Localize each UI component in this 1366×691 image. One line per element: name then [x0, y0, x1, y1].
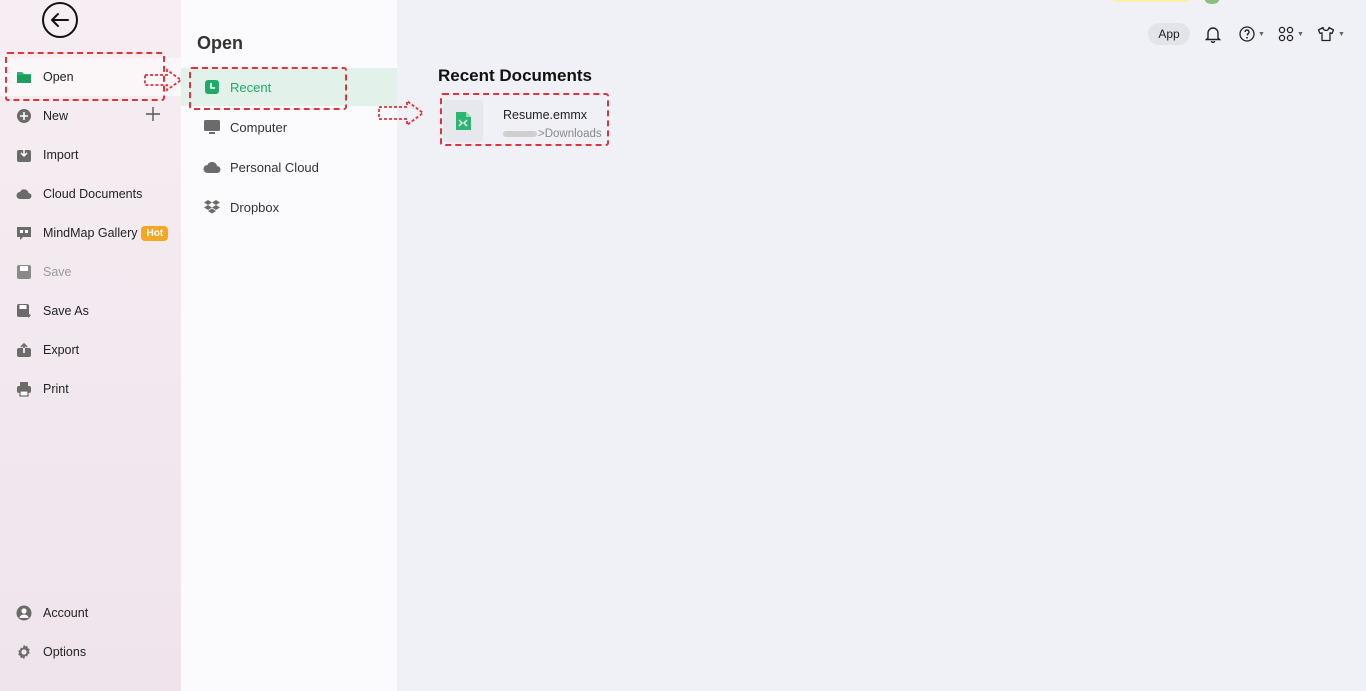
- sidebar-item-label: Save As: [43, 304, 89, 318]
- export-icon: [16, 342, 32, 358]
- sidebar-item-label: Import: [43, 148, 79, 162]
- cloud-icon: [203, 158, 221, 176]
- sidebar-item-print[interactable]: Print: [0, 370, 181, 408]
- sidebar-item-mindmap-gallery[interactable]: MindMap Gallery Hot: [0, 214, 181, 252]
- print-icon: [16, 381, 32, 397]
- chevron-down-icon: ▼: [1258, 30, 1265, 38]
- app-button[interactable]: App: [1148, 23, 1190, 45]
- account-icon: [16, 605, 32, 621]
- sidebar-item-label: Print: [43, 382, 69, 396]
- section-title: Recent Documents: [438, 66, 592, 85]
- monitor-icon: [203, 118, 221, 136]
- back-button[interactable]: [42, 2, 78, 38]
- gear-icon: [16, 644, 32, 660]
- help-icon: [1239, 26, 1255, 42]
- save-as-icon: [16, 303, 32, 319]
- emmx-file-icon: [456, 112, 471, 130]
- sidebar-item-label: Save: [43, 265, 72, 279]
- recent-icon: [203, 78, 221, 96]
- hot-badge: Hot: [141, 225, 169, 241]
- sidebar-item-new[interactable]: New: [0, 97, 181, 135]
- sidebar-item-label: Options: [43, 645, 87, 659]
- open-panel: Open Recent Computer Personal Cloud Drop…: [181, 0, 397, 691]
- document-name: Resume.emmx: [503, 108, 588, 122]
- sidebar-item-label: Export: [43, 343, 80, 357]
- sidebar-item-save[interactable]: Save: [0, 253, 181, 291]
- promo-banner[interactable]: [1111, 0, 1191, 2]
- open-item-computer[interactable]: Computer: [181, 108, 397, 146]
- sidebar-item-account[interactable]: Account: [0, 594, 181, 632]
- sidebar-item-options[interactable]: Options: [0, 633, 181, 671]
- cloud-icon: [16, 186, 32, 202]
- gallery-icon: [16, 225, 32, 241]
- open-item-label: Dropbox: [230, 199, 280, 215]
- open-item-label: Recent: [230, 79, 272, 95]
- panel-title: Open: [197, 33, 244, 53]
- open-item-recent[interactable]: Recent: [181, 68, 397, 106]
- dropbox-icon: [203, 198, 221, 216]
- sidebar-item-open[interactable]: Open: [0, 58, 181, 96]
- plus-icon[interactable]: [145, 106, 161, 122]
- document-path-label: >Downloads: [538, 128, 602, 140]
- folder-icon: [16, 69, 32, 85]
- apps-grid-icon: [1278, 26, 1294, 42]
- document-path: >Downloads: [503, 128, 602, 140]
- sidebar-item-save-as[interactable]: Save As: [0, 292, 181, 330]
- chevron-down-icon: ▼: [1338, 30, 1345, 38]
- sidebar-item-import[interactable]: Import: [0, 136, 181, 174]
- import-icon: [16, 147, 32, 163]
- sidebar-item-label: Account: [43, 606, 89, 620]
- sidebar-item-label: New: [43, 109, 69, 123]
- sidebar-item-cloud-documents[interactable]: Cloud Documents: [0, 175, 181, 213]
- chevron-down-icon: ▼: [1297, 30, 1304, 38]
- sidebar-item-export[interactable]: Export: [0, 331, 181, 369]
- theme-button[interactable]: ▼: [1317, 25, 1345, 43]
- recent-document-card[interactable]: Resume.emmx >Downloads: [441, 96, 609, 146]
- main-area: App ▼ ▼ ▼ Recent Documents Resume.emmx >…: [397, 0, 1366, 691]
- help-button[interactable]: ▼: [1239, 25, 1265, 43]
- file-sidebar: Open New Import Cloud Documents MindMap …: [0, 0, 181, 691]
- bell-icon: [1205, 26, 1221, 43]
- sidebar-item-label: Cloud Documents: [43, 187, 143, 201]
- open-item-personal-cloud[interactable]: Personal Cloud: [181, 148, 397, 186]
- open-item-label: Personal Cloud: [230, 159, 319, 175]
- plus-circle-icon: [16, 108, 32, 124]
- open-item-dropbox[interactable]: Dropbox: [181, 188, 397, 226]
- apps-button[interactable]: ▼: [1278, 25, 1304, 43]
- sidebar-item-label: MindMap Gallery: [43, 226, 138, 240]
- notification-button[interactable]: [1205, 25, 1221, 43]
- sidebar-item-label: Open: [43, 70, 74, 84]
- open-item-label: Computer: [230, 119, 288, 135]
- save-icon: [16, 264, 32, 280]
- shirt-icon: [1317, 26, 1335, 42]
- back-arrow-icon: [51, 13, 69, 27]
- avatar[interactable]: [1205, 0, 1219, 4]
- redacted-path: [503, 130, 537, 137]
- document-thumbnail: [443, 100, 483, 142]
